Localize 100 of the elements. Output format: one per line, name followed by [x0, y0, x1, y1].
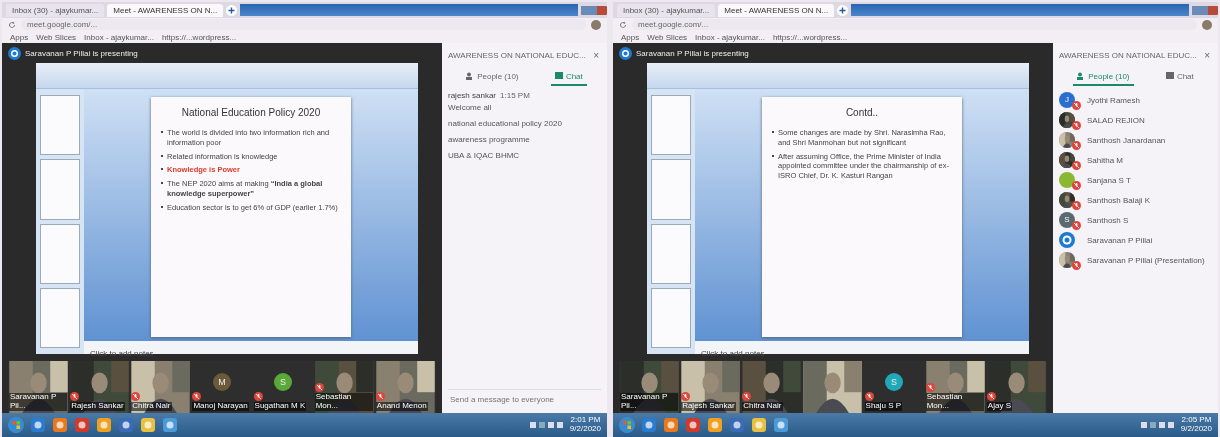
avatar: J: [1059, 91, 1075, 108]
bookmark-link[interactable]: Web Slices: [647, 32, 688, 42]
panel-tab[interactable]: Chat: [550, 68, 587, 86]
clock-date: 9/2/2020: [1180, 425, 1212, 434]
participant-row[interactable]: Santhosh Janardanan: [1059, 131, 1212, 150]
browser-tab[interactable]: Meet - AWARENESS ON N...: [718, 3, 835, 17]
bookmark-link[interactable]: Inbox - ajaykumar...: [84, 32, 154, 42]
folder-icon[interactable]: [751, 417, 767, 433]
window-icon[interactable]: [162, 417, 178, 433]
participant-name: Saravanan P Pil...: [9, 393, 67, 411]
chat-message: national educational policy 2020: [448, 119, 563, 128]
slide-title: National Education Policy 2020: [180, 107, 322, 118]
slide-thumbnail[interactable]: [40, 287, 80, 348]
bookmark-link[interactable]: Web Slices: [36, 32, 77, 42]
tray-icons[interactable]: [1140, 421, 1175, 429]
participant-name: Chitra Nair: [131, 402, 172, 411]
browser-tab[interactable]: Inbox (30) - ajaykumar...: [6, 3, 105, 17]
participant-row[interactable]: S Santhosh S: [1059, 211, 1212, 230]
new-tab-icon[interactable]: [837, 4, 849, 16]
media-player-icon[interactable]: [96, 417, 112, 433]
participant-row[interactable]: Saravanan P Pillai: [1059, 231, 1212, 250]
browser-icon[interactable]: [52, 417, 68, 433]
participant-name: Santhosh S: [1087, 216, 1129, 225]
presenter-logo-icon: [619, 46, 632, 60]
browser-icon[interactable]: [663, 417, 679, 433]
slide-thumbnail[interactable]: [40, 223, 80, 284]
browser-icon[interactable]: [30, 417, 46, 433]
avatar: M: [213, 373, 231, 391]
browser-tab[interactable]: Meet - AWARENESS ON N...: [107, 3, 224, 17]
bookmark-link[interactable]: Inbox - ajaykumar...: [695, 32, 765, 42]
slide-title: Contd..: [844, 107, 880, 118]
panel-tab[interactable]: People (10): [1073, 68, 1134, 86]
avatar: S: [885, 373, 904, 391]
participant-name: Santhosh Janardanan: [1087, 136, 1166, 145]
message-field[interactable]: Send a message to everyone: [448, 389, 601, 409]
participant-name: Sugathan M K: [253, 402, 307, 411]
window-controls-icon[interactable]: [1192, 5, 1218, 15]
address-field[interactable]: meet.google.com/...: [632, 19, 1197, 30]
folder-icon[interactable]: [140, 417, 156, 433]
document-icon[interactable]: [729, 417, 745, 433]
participant-name: Santhosh Balaji K: [1087, 196, 1151, 205]
participant-name: Manoj Narayan: [192, 402, 249, 411]
avatar: S: [274, 373, 293, 391]
tray-icons[interactable]: [529, 421, 564, 429]
profile-avatar-icon[interactable]: [1202, 19, 1212, 30]
browser-tab[interactable]: Inbox (30) - ajaykumar...: [617, 3, 716, 17]
presenting-label: Saravanan P Pillai is presenting: [636, 48, 749, 58]
chrome-icon[interactable]: [685, 417, 701, 433]
participant-name: Shaju S P: [864, 402, 903, 411]
participant-name: Anand Menon: [375, 402, 428, 411]
participant-row[interactable]: Sahitha M: [1059, 151, 1212, 170]
slide-thumbnail[interactable]: [40, 95, 80, 156]
panel-tab[interactable]: Chat: [1161, 68, 1198, 86]
bookmark-link[interactable]: Apps: [10, 32, 29, 42]
bookmark-link[interactable]: Apps: [621, 32, 640, 42]
participant-name: Sanjana S T: [1087, 176, 1131, 185]
bookmark-link[interactable]: https://...wordpress...: [161, 32, 237, 42]
people-icon: [1077, 72, 1086, 80]
chat-icon: [1165, 72, 1174, 80]
chrome-icon[interactable]: [74, 417, 90, 433]
clock-time: 2:05 PM: [1181, 416, 1212, 425]
address-field[interactable]: meet.google.com/...: [21, 19, 586, 30]
window-controls-icon[interactable]: [581, 5, 607, 15]
document-icon[interactable]: [118, 417, 134, 433]
close-button[interactable]: ×: [591, 49, 601, 61]
participant-name: Saravanan P Pillai: [1087, 236, 1153, 245]
participant-name: Rajesh Sankar: [681, 402, 736, 411]
participant-row[interactable]: Santhosh Balaji K: [1059, 191, 1212, 210]
participant-name: Jyothi Ramesh: [1087, 96, 1140, 105]
participant-name: Rajesh Sankar: [70, 402, 125, 411]
close-button[interactable]: ×: [1202, 49, 1212, 61]
slide-thumbnail[interactable]: [651, 287, 691, 348]
participant-row[interactable]: Saravanan P Pillai (Presentation): [1059, 251, 1212, 270]
sender-name: rajesh sankar: [448, 91, 497, 100]
participant-name: Chitra Nair: [742, 402, 783, 411]
browser-icon[interactable]: [641, 417, 657, 433]
participant-name: Sebastian Mon...: [925, 393, 984, 411]
presenting-label: Saravanan P Pillai is presenting: [25, 48, 138, 58]
profile-avatar-icon[interactable]: [591, 19, 601, 30]
participant-row[interactable]: J Jyothi Ramesh: [1059, 91, 1212, 110]
media-player-icon[interactable]: [707, 417, 723, 433]
panel-tab[interactable]: People (10): [462, 68, 523, 86]
new-tab-icon[interactable]: [226, 4, 238, 16]
slide-thumbnail[interactable]: [651, 95, 691, 156]
reload-icon[interactable]: [8, 20, 16, 29]
participant-row[interactable]: SALAD REJION: [1059, 111, 1212, 130]
participant-name: Saravanan P Pil...: [620, 393, 678, 411]
participant-name: SALAD REJION: [1087, 116, 1145, 125]
clock-time: 2:01 PM: [570, 416, 601, 425]
slide-thumbnail[interactable]: [40, 159, 80, 220]
slide-thumbnail[interactable]: [651, 159, 691, 220]
bookmark-link[interactable]: https://...wordpress...: [772, 32, 848, 42]
start-button-icon[interactable]: [619, 417, 635, 433]
slide-thumbnail[interactable]: [651, 223, 691, 284]
reload-icon[interactable]: [619, 20, 627, 29]
window-icon[interactable]: [773, 417, 789, 433]
message-time: 1:15 PM: [500, 91, 530, 100]
start-button-icon[interactable]: [8, 417, 24, 433]
chat-message: Welcome all: [448, 103, 493, 112]
participant-row[interactable]: Sanjana S T: [1059, 171, 1212, 190]
